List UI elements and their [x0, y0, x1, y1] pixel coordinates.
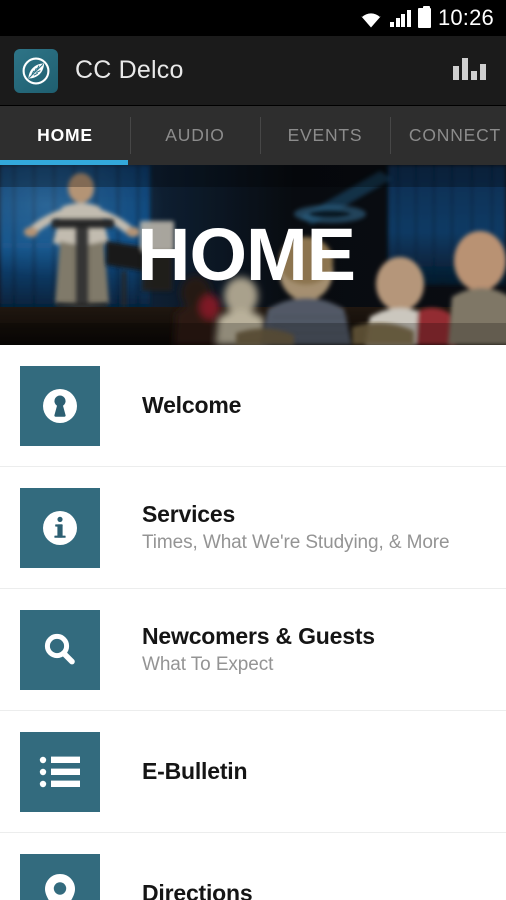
tab-home[interactable]: HOME [0, 106, 130, 165]
list-item[interactable]: Welcome [0, 345, 506, 467]
list-item[interactable]: E-Bulletin [0, 711, 506, 833]
list-item-title: Newcomers & Guests [142, 622, 375, 649]
list-item-subtitle: Times, What We're Studying, & More [142, 531, 450, 553]
tab-events-label: EVENTS [287, 125, 363, 145]
list-item-text: Newcomers & Guests What To Expect [142, 622, 375, 678]
list-item-title: Directions [142, 880, 253, 900]
list-item-text: Welcome [142, 391, 241, 419]
menu-list: Welcome Services Times, What We're Study… [0, 345, 506, 900]
tab-audio-label: AUDIO [165, 125, 225, 145]
keyhole-icon [20, 365, 100, 446]
list-item[interactable]: Directions [0, 833, 506, 900]
tab-connect[interactable]: CONNECT [390, 106, 506, 165]
tab-connect-label: CONNECT [408, 125, 502, 145]
tab-audio[interactable]: AUDIO [130, 106, 260, 165]
list-item-text: E-Bulletin [142, 757, 248, 785]
tab-home-label: HOME [37, 125, 93, 145]
list-icon [20, 731, 100, 812]
list-item-title: Welcome [142, 392, 242, 419]
map-pin-icon [20, 853, 100, 900]
status-bar: 10:26 [0, 0, 506, 36]
list-item-text: Directions [142, 879, 253, 900]
action-bar: CC Delco [0, 36, 506, 106]
wifi-icon [359, 9, 383, 28]
status-clock: 10:26 [437, 5, 494, 30]
list-item-title: E-Bulletin [142, 758, 248, 785]
list-item-subtitle: What To Expect [142, 653, 274, 675]
list-item-title: Services [142, 500, 236, 527]
church-leaf-logo-icon [14, 48, 58, 93]
tab-bar: HOME AUDIO EVENTS CONNECT [0, 106, 506, 165]
list-item-text: Services Times, What We're Studying, & M… [142, 500, 450, 556]
search-icon [20, 609, 100, 690]
app-screen: 10:26 CC Delco HOME AUDIO EVENTS CONNECT… [0, 0, 506, 900]
bar-chart-icon[interactable] [446, 48, 492, 94]
signal-icon [390, 9, 411, 27]
list-item[interactable]: Services Times, What We're Studying, & M… [0, 467, 506, 589]
list-item[interactable]: Newcomers & Guests What To Expect [0, 589, 506, 711]
hero-title: HOME [137, 213, 356, 296]
app-title: CC Delco [75, 56, 184, 84]
tab-events[interactable]: EVENTS [260, 106, 390, 165]
info-icon [20, 487, 100, 568]
hero-banner: HOME [0, 165, 506, 345]
battery-icon [417, 6, 431, 28]
